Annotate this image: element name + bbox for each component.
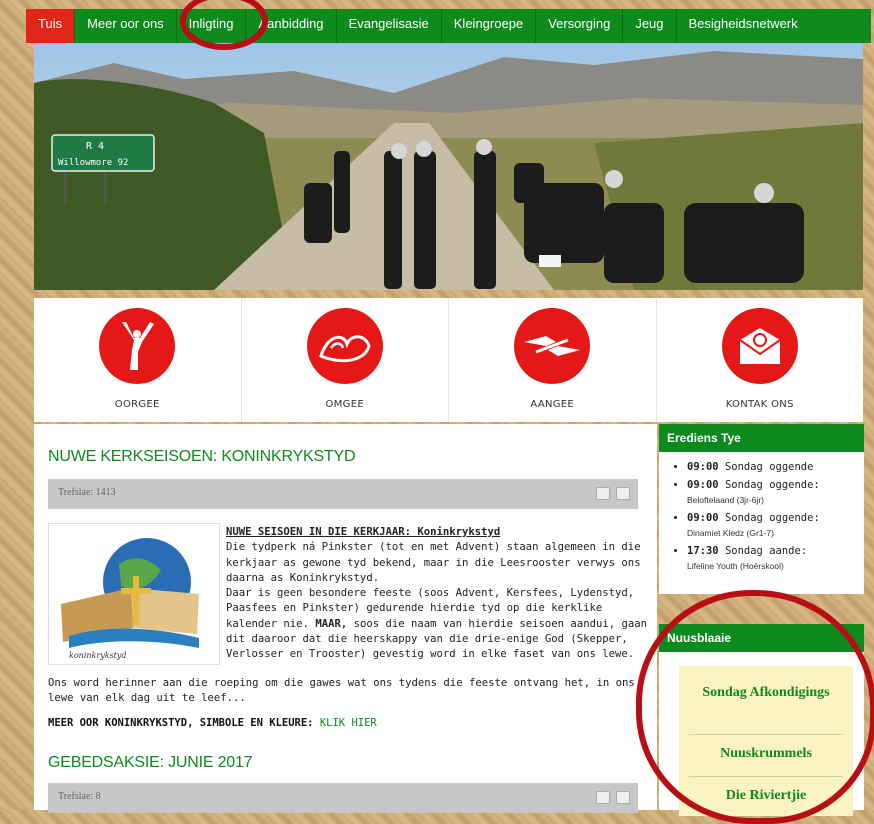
- article-heading[interactable]: NUWE SEISOEN IN DIE KERKJAAR: Koninkryks…: [226, 525, 656, 540]
- article-title[interactable]: NUWE KERKSEISOEN: KONINKRYKSTYD: [48, 448, 356, 466]
- icon-label-aangee: AANGEE: [530, 399, 575, 410]
- service-item: 09:00 Sondag oggende:Beloftelaand (3jr-6…: [687, 478, 864, 508]
- raised-hands-person-icon: [99, 308, 176, 384]
- more-info: MEER OOR KONINKRYKSTYD, SIMBOLE EN KLEUR…: [48, 717, 377, 729]
- nav-item-tuis[interactable]: Tuis: [26, 9, 76, 43]
- svg-text:koninkrykstyd: koninkrykstyd: [69, 651, 127, 660]
- article-para3: Ons word herinner aan die roeping om die…: [48, 677, 635, 705]
- services-list: 09:00 Sondag oggende 09:00 Sondag oggend…: [659, 460, 864, 574]
- email-icon[interactable]: [616, 487, 630, 500]
- nav-item-evangelisasie[interactable]: Evangelisasie: [337, 9, 442, 43]
- nav-item-meer-oor-ons[interactable]: Meer oor ons: [75, 9, 177, 43]
- hero-photo: R 4 Willowmore 92: [34, 43, 863, 290]
- svg-text:R 4: R 4: [86, 141, 104, 152]
- click-here-link[interactable]: KLIK HIER: [320, 717, 377, 729]
- service-item: 09:00 Sondag oggende: [687, 460, 864, 475]
- page: Tuis Meer oor ons Inligting Aanbidding E…: [26, 0, 874, 824]
- caring-hands-icon: [306, 308, 383, 384]
- print-icon[interactable]: [596, 791, 610, 804]
- icon-card-aangee[interactable]: AANGEE: [449, 298, 657, 422]
- nav-item-kleingroepe[interactable]: Kleingroepe: [442, 9, 537, 43]
- article2-hits-count: Trefslae: 8: [58, 791, 101, 802]
- icon-strip: OORGEE OMGEE AANGEE KONTAK ONS: [34, 298, 863, 422]
- service-item: 09:00 Sondag oggende:Dinamiet Kiedz (Gr1…: [687, 511, 864, 541]
- main-content: NUWE KERKSEISOEN: KONINKRYKSTYD Trefslae…: [34, 424, 657, 813]
- article-image: koninkrykstyd: [48, 523, 220, 665]
- article-para2: Daar is geen besondere feeste (soos Adve…: [226, 587, 647, 661]
- hits-count: Trefslae: 1413: [58, 487, 116, 498]
- hero-image: R 4 Willowmore 92: [34, 43, 863, 290]
- article2-title[interactable]: GEBEDSAKSIE: JUNIE 2017: [48, 754, 253, 772]
- article-meta-bar: Trefslae: 1413: [48, 479, 638, 509]
- article-para1: Die tydperk ná Pinkster (tot en met Adve…: [226, 541, 641, 584]
- article-intro: NUWE SEISOEN IN DIE KERKJAAR: Koninkryks…: [226, 525, 656, 663]
- icon-card-omgee[interactable]: OMGEE: [242, 298, 449, 422]
- icon-label-oorgee: OORGEE: [114, 399, 160, 410]
- nav-item-besigheidsnetwerk[interactable]: Besigheidsnetwerk: [677, 9, 810, 43]
- nav-item-versorging[interactable]: Versorging: [536, 9, 624, 43]
- main-nav: Tuis Meer oor ons Inligting Aanbidding E…: [26, 9, 871, 43]
- services-widget: Erediens Tye 09:00 Sondag oggende 09:00 …: [659, 424, 864, 594]
- icon-card-kontak-ons[interactable]: KONTAK ONS: [657, 298, 864, 422]
- icon-card-oorgee[interactable]: OORGEE: [34, 298, 242, 422]
- article2-meta-bar: Trefslae: 8: [48, 783, 638, 813]
- icon-label-omgee: OMGEE: [325, 399, 364, 410]
- service-item: 17:30 Sondag aande:Lifeline Youth (Hoërs…: [687, 544, 864, 574]
- email-icon[interactable]: [616, 791, 630, 804]
- passing-hands-icon: [514, 308, 591, 384]
- nav-item-jeug[interactable]: Jeug: [623, 9, 677, 43]
- icon-label-kontak-ons: KONTAK ONS: [725, 399, 794, 410]
- annotation-circle-nuusblaaie: [636, 590, 874, 824]
- services-title: Erediens Tye: [659, 424, 864, 452]
- email-envelope-icon: [721, 308, 798, 384]
- svg-text:Willowmore 92: Willowmore 92: [58, 158, 128, 168]
- print-icon[interactable]: [596, 487, 610, 500]
